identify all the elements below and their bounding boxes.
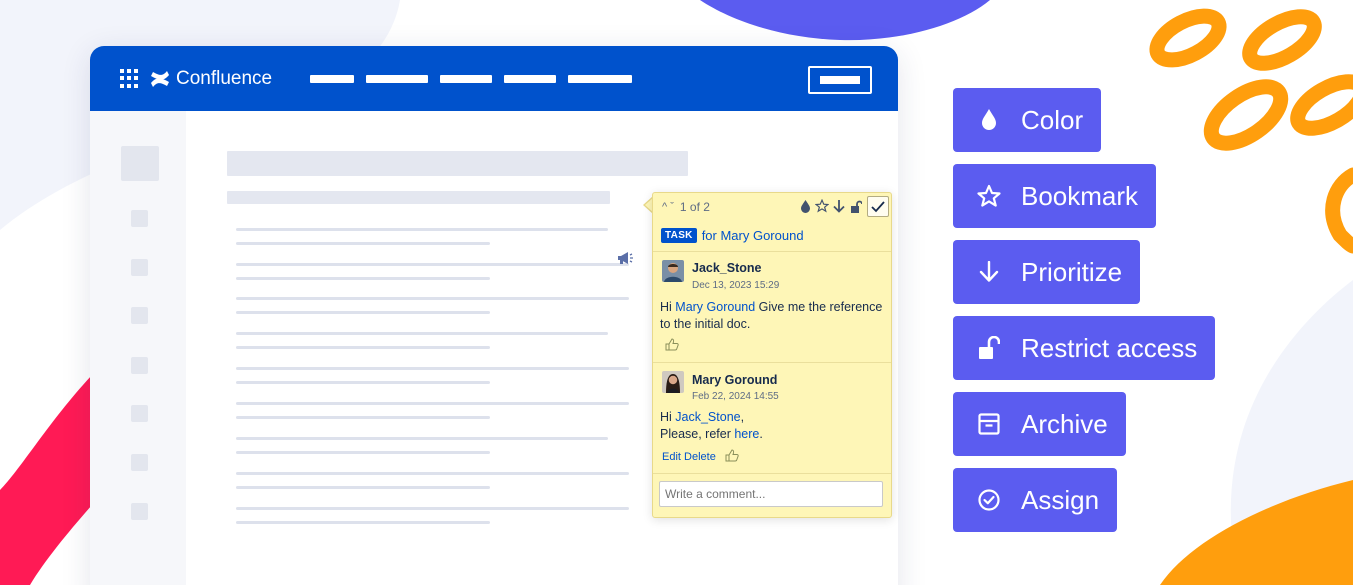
prev-next-arrows[interactable]: ^ ˇ (662, 201, 674, 213)
popup-toolbar (798, 199, 863, 213)
reference-link[interactable]: here (734, 427, 759, 441)
edit-link[interactable]: Edit (662, 451, 681, 463)
comment-date: Dec 13, 2023 15:29 (692, 280, 780, 291)
comment-author[interactable]: Jack_Stone (692, 261, 761, 275)
sidebar-item[interactable] (131, 307, 148, 324)
top-navigation-bar: Confluence (90, 46, 898, 111)
comment-author[interactable]: Mary Goround (692, 373, 777, 387)
star-icon (977, 184, 1001, 208)
inline-comment-popup: ^ ˇ 1 of 2 TASK for Mary Goround Jack_St (652, 192, 892, 518)
comment-body: Hi Jack_Stone, Please, refer here. (660, 410, 763, 441)
inline-comment-marker-icon[interactable] (617, 251, 633, 265)
sidebar (90, 111, 186, 585)
feature-label: Archive (1021, 408, 1108, 439)
text-line (236, 242, 490, 245)
feature-label: Assign (1021, 484, 1100, 515)
sidebar-space-avatar[interactable] (121, 146, 159, 181)
text-line (236, 277, 490, 280)
sidebar-item[interactable] (131, 454, 148, 471)
text-line (236, 451, 490, 454)
drop-icon (977, 108, 1001, 132)
resolve-button[interactable] (867, 196, 889, 217)
brand-name[interactable]: Confluence (176, 68, 272, 90)
text-line (236, 297, 629, 300)
divider (653, 362, 891, 363)
feature-label: Restrict access (1021, 332, 1198, 363)
text-line (236, 472, 629, 475)
bookmark-feature-button[interactable]: Bookmark (953, 164, 1157, 228)
text-line (236, 346, 490, 349)
create-button[interactable] (808, 66, 872, 94)
like-icon[interactable] (725, 449, 739, 462)
comment-input[interactable] (659, 481, 883, 507)
app-switcher-icon[interactable] (120, 68, 140, 89)
text-line (236, 486, 490, 489)
sidebar-item[interactable] (131, 210, 148, 227)
comment-actions: Edit Delete (662, 451, 716, 463)
text-line (236, 381, 490, 384)
task-row: TASK for Mary Goround (661, 228, 804, 243)
mention-link[interactable]: Jack_Stone (675, 410, 740, 424)
text-line (236, 437, 608, 440)
divider (653, 251, 891, 252)
sidebar-item[interactable] (131, 357, 148, 374)
blue-blob-top (700, 0, 990, 41)
arrow-down-icon[interactable] (832, 199, 846, 213)
comment-date: Feb 22, 2024 14:55 (692, 391, 779, 402)
color-feature-button[interactable]: Color (953, 88, 1102, 152)
comment-body: Hi Mary Goround Give me the reference to… (660, 300, 883, 331)
text-line (236, 521, 490, 524)
sidebar-item[interactable] (131, 259, 148, 276)
check-circle-icon (977, 488, 1001, 512)
arrow-down-icon (977, 260, 1001, 284)
subtitle-placeholder (227, 191, 610, 204)
text-line (236, 507, 629, 510)
nav-item-placeholder-3[interactable] (440, 74, 493, 83)
confluence-logo-icon (150, 70, 170, 88)
nav-item-placeholder-5[interactable] (568, 74, 633, 83)
text-line (236, 311, 490, 314)
like-icon[interactable] (665, 338, 679, 351)
task-badge: TASK (661, 228, 697, 243)
pink-stroke-left (0, 375, 92, 585)
nav-item-placeholder-4[interactable] (504, 74, 557, 83)
text-line (236, 367, 629, 370)
avatar[interactable] (662, 260, 684, 282)
feature-label: Color (1021, 104, 1084, 135)
prioritize-feature-button[interactable]: Prioritize (953, 240, 1141, 304)
text-line (236, 416, 490, 419)
assign-feature-button[interactable]: Assign (953, 468, 1118, 532)
unlock-icon (977, 336, 1001, 360)
delete-link[interactable]: Delete (684, 451, 716, 463)
text-line (236, 402, 629, 405)
divider (653, 473, 891, 474)
text-line (236, 332, 608, 335)
mention-link[interactable]: Mary Goround (675, 300, 755, 314)
restrict-access-feature-button[interactable]: Restrict access (953, 316, 1216, 380)
sidebar-item[interactable] (131, 405, 148, 422)
nav-item-placeholder-1[interactable] (310, 74, 355, 83)
archive-icon (977, 412, 1001, 436)
nav-item-placeholder-2[interactable] (366, 74, 429, 83)
sidebar-item[interactable] (131, 503, 148, 520)
comment-counter: 1 of 2 (679, 200, 710, 214)
checkmark-icon (871, 200, 885, 212)
drop-icon[interactable] (798, 199, 812, 213)
page-title-placeholder (227, 151, 688, 176)
orange-rings (1149, 8, 1353, 254)
archive-feature-button[interactable]: Archive (953, 392, 1126, 456)
feature-label: Prioritize (1021, 256, 1123, 287)
text-line (236, 263, 629, 266)
star-icon[interactable] (815, 199, 829, 213)
feature-label: Bookmark (1021, 180, 1139, 211)
task-assignee-link[interactable]: for Mary Goround (702, 228, 804, 243)
avatar[interactable] (662, 371, 684, 393)
unlock-icon[interactable] (849, 199, 863, 213)
text-line (236, 228, 608, 231)
